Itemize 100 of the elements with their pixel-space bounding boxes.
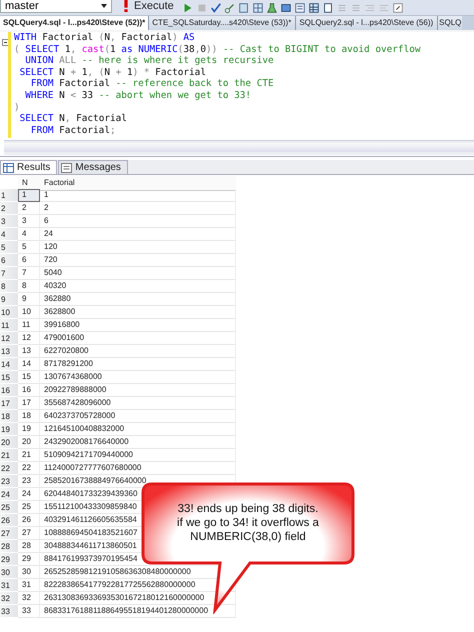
row-number[interactable]: 17 xyxy=(0,397,18,410)
table-cell: 15 xyxy=(18,371,40,384)
row-number[interactable]: 5 xyxy=(0,241,18,254)
row-number[interactable]: 12 xyxy=(0,332,18,345)
grid-results-icon[interactable] xyxy=(308,2,320,14)
row-number[interactable]: 7 xyxy=(0,267,18,280)
database-dropdown[interactable]: master xyxy=(0,0,112,12)
row-number[interactable]: 25 xyxy=(0,501,18,514)
text-results-icon[interactable] xyxy=(294,2,306,14)
row-number[interactable]: 15 xyxy=(0,371,18,384)
table-cell: 8 xyxy=(18,280,40,293)
row-number[interactable]: 10 xyxy=(0,306,18,319)
row-number[interactable]: 29 xyxy=(0,553,18,566)
row-number[interactable]: 16 xyxy=(0,384,18,397)
table-cell: 479001600 xyxy=(40,332,236,345)
table-cell: 362880 xyxy=(40,293,236,306)
row-number[interactable]: 1 xyxy=(0,189,18,202)
grid-icon[interactable] xyxy=(3,162,14,172)
row-number[interactable]: 23 xyxy=(0,475,18,488)
table-cell: 4 xyxy=(18,228,40,241)
row-number[interactable]: 31 xyxy=(0,579,18,592)
flask-icon[interactable] xyxy=(266,2,278,14)
row-number[interactable]: 19 xyxy=(0,423,18,436)
table-cell: 16 xyxy=(18,384,40,397)
table-cell: 20 xyxy=(18,436,40,449)
row-number[interactable]: 22 xyxy=(0,462,18,475)
row-number[interactable]: 32 xyxy=(0,592,18,605)
table-cell: 13 xyxy=(18,345,40,358)
code-line: FROM Factorial -- reference back to the CTE xyxy=(30,78,275,90)
table-cell: 1 xyxy=(40,189,236,202)
run-icon[interactable] xyxy=(182,2,194,14)
document-tab[interactable]: CTE_SQLSaturday....s420\Steve (53))* xyxy=(149,16,296,30)
grid-icon[interactable] xyxy=(252,2,264,14)
document-tab[interactable]: SQLQuery4.sql - l...ps420\Steve (52))* xyxy=(0,16,150,30)
code-line: WITH Factorial (N, Factorial) AS xyxy=(14,32,196,44)
row-number[interactable]: 9 xyxy=(0,293,18,306)
table-cell: 33 xyxy=(18,605,40,618)
table-cell: 26 xyxy=(18,514,40,527)
window-icon[interactable] xyxy=(280,2,292,14)
file-results-icon[interactable] xyxy=(322,2,334,14)
row-number[interactable]: 3 xyxy=(0,215,18,228)
table-cell: 23 xyxy=(18,475,40,488)
code-line: ( SELECT 1, cast(1 as NUMERIC(38,0)) -- Cast to BIGINT to avoid overflow xyxy=(14,44,421,56)
results-tab[interactable]: Results xyxy=(0,160,58,174)
table-cell: 11 xyxy=(18,319,40,332)
options-icon[interactable] xyxy=(392,2,404,14)
row-number[interactable]: 2 xyxy=(0,202,18,215)
row-number[interactable]: 14 xyxy=(0,358,18,371)
code-line: SELECT N, Factorial xyxy=(18,113,128,125)
row-number[interactable]: 20 xyxy=(0,436,18,449)
checkmark-icon[interactable] xyxy=(210,2,222,14)
row-number[interactable]: 27 xyxy=(0,527,18,540)
row-number[interactable]: 6 xyxy=(0,254,18,267)
table-cell: 24 xyxy=(40,228,236,241)
document-tab[interactable]: SQLQuery2.sql - l...ps420\Steve (56)) xyxy=(296,16,438,30)
table-cell: 10 xyxy=(18,306,40,319)
column-header[interactable]: Factorial xyxy=(40,176,236,191)
table-cell: 32 xyxy=(18,592,40,605)
table-cell: 12 xyxy=(18,332,40,345)
horizontal-scrollbar[interactable] xyxy=(4,140,474,155)
row-number[interactable]: 33 xyxy=(0,605,18,618)
table-cell: 28 xyxy=(18,540,40,553)
table-cell: 1307674368000 xyxy=(40,371,236,384)
table-cell: 3628800 xyxy=(40,306,236,319)
table-cell: 22 xyxy=(18,462,40,475)
table-cell: 29 xyxy=(18,553,40,566)
table-cell: 9 xyxy=(18,293,40,306)
table-cell: 2432902008176640000 xyxy=(40,436,236,449)
table-cell: 14 xyxy=(18,358,40,371)
collapse-icon[interactable] xyxy=(2,39,9,46)
row-number[interactable]: 8 xyxy=(0,280,18,293)
table-cell: 6 xyxy=(40,215,236,228)
table-cell: 40320 xyxy=(40,280,236,293)
code-line: SELECT N + 1, (N + 1) * Factorial xyxy=(18,66,207,78)
table-cell: 21 xyxy=(18,449,40,462)
row-number[interactable]: 24 xyxy=(0,488,18,501)
table-cell: 3 xyxy=(18,215,40,228)
results-tab[interactable]: Messages xyxy=(58,160,128,174)
row-number[interactable]: 4 xyxy=(0,228,18,241)
message-icon[interactable] xyxy=(61,162,72,172)
execute-button[interactable]: Execute xyxy=(118,0,176,12)
table-cell: 27 xyxy=(18,527,40,540)
row-number[interactable]: 18 xyxy=(0,410,18,423)
table-cell: 120 xyxy=(40,241,236,254)
table-cell: 31 xyxy=(18,579,40,592)
row-number[interactable]: 28 xyxy=(0,540,18,553)
code-line: ) xyxy=(14,102,20,114)
table-cell: 24 xyxy=(18,488,40,501)
document-tab[interactable]: SQLQ xyxy=(438,16,462,30)
table-cell: 18 xyxy=(18,410,40,423)
row-number[interactable]: 11 xyxy=(0,319,18,332)
table-cell: 1 xyxy=(18,189,40,202)
row-number[interactable]: 13 xyxy=(0,345,18,358)
table-cell: 51090942171709440000 xyxy=(40,449,236,462)
row-number[interactable]: 30 xyxy=(0,566,18,579)
row-number[interactable]: 21 xyxy=(0,449,18,462)
table-cell: 6402373705728000 xyxy=(40,410,236,423)
code-line: WHERE N < 33 -- abort when we get to 33! xyxy=(24,90,252,102)
row-number[interactable]: 26 xyxy=(0,514,18,527)
table-cell: 20922789888000 xyxy=(40,384,236,397)
